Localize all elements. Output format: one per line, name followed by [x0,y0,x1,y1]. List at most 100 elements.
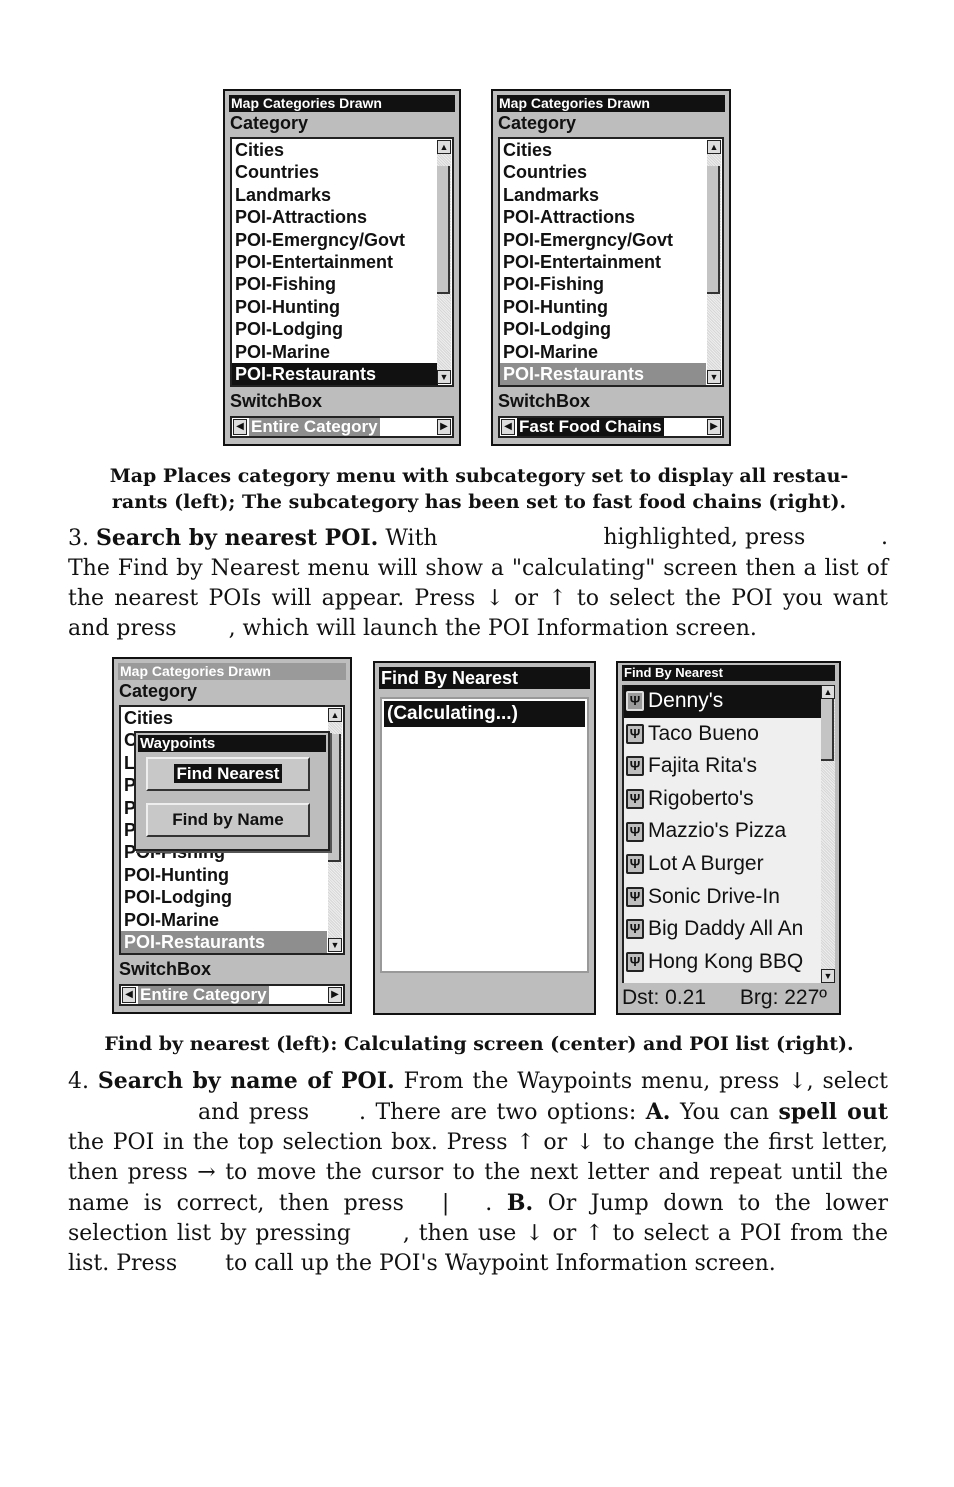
switch-right-arrow-icon[interactable]: ▶ [707,419,721,435]
distance-bearing-status: Dst: 0.21 Brg: 227º [622,985,835,1011]
scroll-up-arrow-icon[interactable]: ▲ [437,140,451,154]
switchbox-label: SwitchBox [230,391,323,411]
option-a-label: A. [645,1099,671,1125]
list-item[interactable]: POI-Marine [232,341,438,363]
list-item-selected[interactable]: POI-Restaurants [121,930,327,954]
poi-name: Sonic Drive-In [648,884,780,908]
figure-caption-2: Find by nearest (left): Calculating scre… [60,1031,898,1057]
switchbox-selector[interactable]: ◀ Entire Category ▶ [119,984,345,1006]
restaurant-fork-icon: Ψ [626,756,644,777]
restaurant-fork-icon: Ψ [626,919,644,940]
list-item[interactable]: Cities [232,139,438,161]
list-item[interactable]: POI-Lodging [121,886,327,908]
list-item-selected[interactable]: POI-Restaurants [232,362,438,386]
switch-left-arrow-icon[interactable]: ◀ [233,419,247,435]
poi-list-item[interactable]: Ψ Taco Bueno [624,718,829,751]
list-item[interactable]: POI-Fishing [232,273,438,295]
scrollbar[interactable]: ▲ ▼ [437,140,451,384]
restaurant-fork-icon: Ψ [626,691,644,712]
calculating-status: (Calculating...) [384,701,585,727]
list-item[interactable]: POI-Lodging [232,318,438,340]
poi-name: Mazzio's Pizza [648,819,787,843]
switch-left-arrow-icon[interactable]: ◀ [122,987,136,1003]
screen-title: Find By Nearest [379,667,590,689]
step-text: , which will launch the POI Information … [228,616,757,641]
category-label: Category [230,113,309,133]
scrollbar[interactable]: ▲ ▼ [821,685,835,983]
switchbox-value: Fast Food Chains [517,417,664,436]
category-list[interactable]: Cities Countries Landmarks POI-Attractio… [230,137,454,387]
list-item[interactable]: POI-Lodging [500,318,706,340]
category-list[interactable]: Cities Countries Landmarks POI-Attractio… [498,137,724,387]
caption-line: Map Places category menu with subcategor… [109,465,849,487]
step-heading: Search by nearest POI. [96,525,379,551]
scroll-down-arrow-icon[interactable]: ▼ [328,938,342,952]
poi-name: Denny's [648,689,724,712]
scrollbar-thumb[interactable] [707,166,720,294]
button-label: Find by Name [172,810,284,829]
emphasis: spell out [778,1099,888,1125]
poi-list-item[interactable]: Ψ Lot A Burger [624,848,829,881]
list-item[interactable]: POI-Hunting [121,864,327,886]
list-item[interactable]: POI-Hunting [232,296,438,318]
poi-list-item[interactable]: Ψ Rigoberto's [624,783,829,816]
switch-right-arrow-icon[interactable]: ▶ [437,419,451,435]
list-item[interactable]: POI-Marine [500,341,706,363]
list-item[interactable]: POI-Entertainment [500,251,706,273]
switchbox-selector[interactable]: ◀ Fast Food Chains ▶ [498,416,724,438]
button-label: Find Nearest [173,764,283,783]
poi-list-item[interactable]: Ψ Sonic Drive-In [624,881,829,914]
step-text: highlighted, press [603,525,806,550]
scroll-down-arrow-icon[interactable]: ▼ [821,969,835,983]
screen-title: Find By Nearest [622,665,835,681]
find-by-nearest-results-screen: Find By Nearest Ψ Denny's Ψ Taco Bueno Ψ Fa… [616,661,841,1015]
poi-list-item[interactable]: Ψ Hong Kong BBQ [624,946,829,979]
poi-results-list[interactable]: Ψ Denny's Ψ Taco Bueno Ψ Fajita Rita's Ψ Rig… [622,685,835,983]
step-text: to call up the POI's Waypoint Informatio… [225,1251,776,1276]
category-label: Category [498,113,577,133]
switch-right-arrow-icon[interactable]: ▶ [328,987,342,1003]
poi-list-item[interactable]: Ψ Big Daddy All An [624,913,829,946]
poi-list-item[interactable]: Ψ Fajita Rita's [624,750,829,783]
list-item[interactable]: Countries [500,161,706,183]
list-item-selected[interactable]: POI-Restaurants [500,362,706,386]
scroll-down-arrow-icon[interactable]: ▼ [707,370,721,384]
scrollbar[interactable]: ▲ ▼ [328,708,342,952]
list-item[interactable]: POI-Emergncy/Govt [500,229,706,251]
scrollbar-thumb[interactable] [821,699,834,761]
list-item[interactable]: POI-Fishing [500,273,706,295]
caption-line: rants (left); The subcategory has been s… [111,491,847,513]
scrollbar[interactable]: ▲ ▼ [707,140,721,384]
step-text: . [880,525,888,550]
scroll-up-arrow-icon[interactable]: ▲ [328,708,342,722]
switchbox-label: SwitchBox [119,959,212,979]
list-item[interactable]: Countries [232,161,438,183]
find-by-nearest-calculating-screen: Find By Nearest (Calculating...) [373,661,596,1015]
list-item[interactable]: POI-Emergncy/Govt [232,229,438,251]
list-item[interactable]: POI-Marine [121,909,327,931]
scroll-down-arrow-icon[interactable]: ▼ [437,370,451,384]
list-item[interactable]: POI-Entertainment [232,251,438,273]
poi-name: Big Daddy All An [648,917,804,941]
caption-line: Find by nearest (left): Calculating scre… [104,1033,854,1055]
map-categories-waypoints-screen: Map Categories Drawn Category Cities C L… [112,657,352,1014]
list-item[interactable]: Landmarks [232,184,438,206]
scroll-up-arrow-icon[interactable]: ▲ [821,685,835,699]
list-item[interactable]: Cities [121,707,327,729]
poi-list-item[interactable]: Ψ Mazzio's Pizza [624,815,829,848]
list-item[interactable]: POI-Attractions [500,206,706,228]
switch-left-arrow-icon[interactable]: ◀ [501,419,515,435]
switchbox-selector[interactable]: ◀ Entire Category ▶ [230,416,454,438]
poi-list-item-selected[interactable]: Ψ Denny's [624,685,829,718]
list-item[interactable]: POI-Attractions [232,206,438,228]
find-by-name-button[interactable]: Find by Name [146,803,310,837]
results-list[interactable]: (Calculating...) [380,697,589,973]
scrollbar-thumb[interactable] [437,166,450,294]
list-item[interactable]: POI-Hunting [500,296,706,318]
category-label: Category [119,681,198,701]
list-item[interactable]: Cities [500,139,706,161]
scroll-up-arrow-icon[interactable]: ▲ [707,140,721,154]
list-item[interactable]: Landmarks [500,184,706,206]
step-text: You can [679,1100,770,1125]
find-nearest-button[interactable]: Find Nearest [146,757,310,791]
